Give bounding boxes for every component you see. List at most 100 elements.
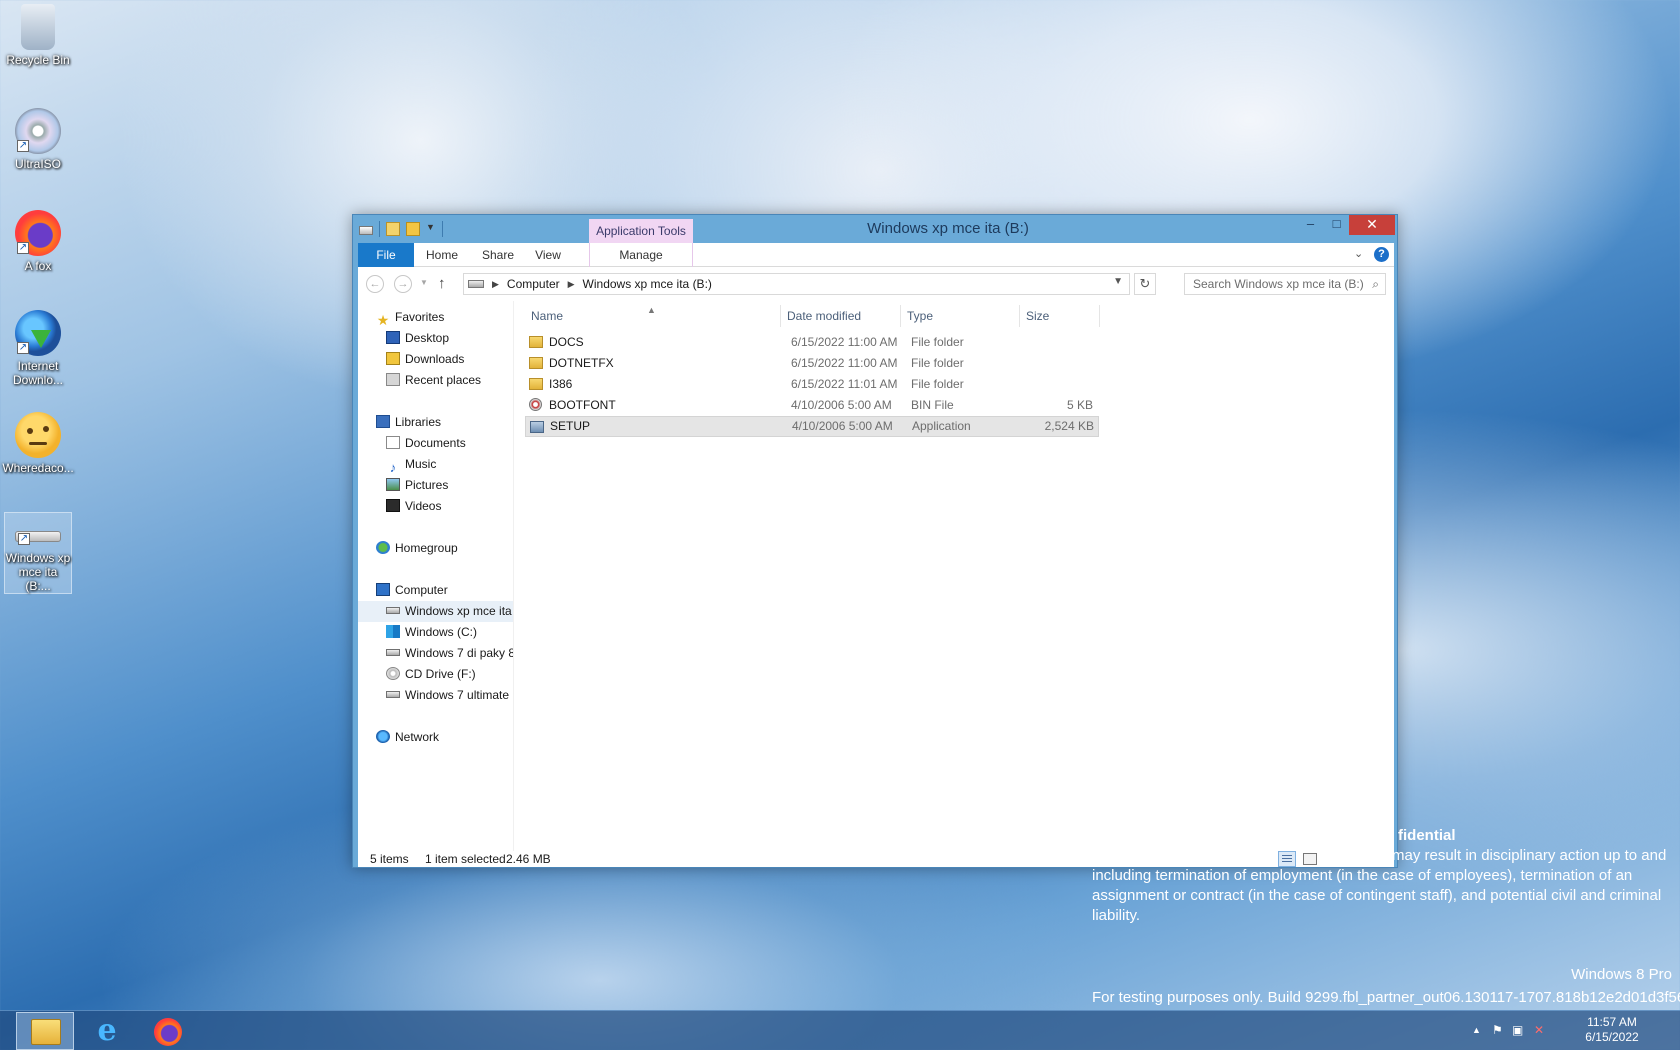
table-row[interactable]: I386 6/15/2022 11:01 AM File folder xyxy=(525,374,1099,395)
taskbar-file-explorer[interactable] xyxy=(16,1012,74,1050)
table-row[interactable]: DOTNETFX 6/15/2022 11:00 AM File folder xyxy=(525,353,1099,374)
column-header-type[interactable]: Type xyxy=(901,305,1020,327)
close-button[interactable]: ✕ xyxy=(1349,215,1395,235)
downloads-icon xyxy=(386,352,400,366)
column-header-name[interactable]: Name ▲ xyxy=(525,305,781,327)
breadcrumb-computer[interactable]: Computer xyxy=(507,277,560,291)
volume-muted-icon[interactable]: ✕ xyxy=(1534,1023,1544,1037)
shortcut-arrow-icon: ↗ xyxy=(17,342,29,354)
videos-icon xyxy=(386,499,400,513)
properties-icon[interactable] xyxy=(386,222,400,236)
nav-label: Desktop xyxy=(405,331,450,345)
recent-locations-chevron-icon[interactable]: ▼ xyxy=(420,278,428,287)
content-area: ★ Favorites Desktop Downloads Recent plac… xyxy=(358,301,1394,851)
navigation-pane[interactable]: ★ Favorites Desktop Downloads Recent plac… xyxy=(358,301,514,851)
table-row-selected[interactable]: SETUP 4/10/2006 5:00 AM Application 2,52… xyxy=(525,416,1099,437)
computer-icon xyxy=(376,583,390,597)
nav-network[interactable]: Network xyxy=(358,727,513,748)
title-bar[interactable]: ▼ Application Tools Windows xp mce ita (… xyxy=(353,215,1397,247)
breadcrumb-chevron-icon[interactable]: ▶ xyxy=(568,279,575,290)
up-arrow-icon[interactable]: ↑ xyxy=(438,275,446,292)
file-type: Application xyxy=(912,419,971,433)
nav-label: Homegroup xyxy=(395,541,458,555)
nav-item-windows-c[interactable]: Windows (C:) xyxy=(358,622,513,643)
file-list[interactable]: Name ▲ Date modified Type Size DOCS 6/15… xyxy=(514,301,1394,851)
table-row[interactable]: DOCS 6/15/2022 11:00 AM File folder xyxy=(525,332,1099,353)
nav-favorites[interactable]: ★ Favorites xyxy=(358,307,513,328)
taskbar-internet-explorer[interactable]: e xyxy=(78,1012,136,1050)
firefox-icon xyxy=(154,1018,182,1046)
desktop-icon-ultraiso[interactable]: ↗ UltraISO xyxy=(4,108,72,171)
libraries-icon xyxy=(376,415,390,429)
nav-homegroup[interactable]: Homegroup xyxy=(358,538,513,559)
confidential-notice: fidential may result in disciplinary act… xyxy=(1092,826,1680,926)
column-header-date-modified[interactable]: Date modified xyxy=(781,305,901,327)
column-header-size[interactable]: Size xyxy=(1020,305,1100,327)
nav-libraries[interactable]: Libraries xyxy=(358,412,513,433)
taskbar-firefox[interactable] xyxy=(140,1012,198,1050)
search-input[interactable]: Search Windows xp mce ita (B:) ⌕ xyxy=(1184,273,1386,295)
tab-file[interactable]: File xyxy=(358,243,414,267)
help-icon[interactable]: ? xyxy=(1374,247,1389,262)
confidential-body-text: may result in disciplinary action up to … xyxy=(1092,847,1667,924)
desktop-icon-internet-download-manager[interactable]: ↗ Internet Downlo... xyxy=(4,310,72,387)
confidential-body: may result in disciplinary action up to … xyxy=(1092,846,1680,926)
cd-drive-icon xyxy=(386,667,400,681)
breadcrumb-chevron-icon[interactable]: ▶ xyxy=(492,279,499,290)
nav-item-desktop[interactable]: Desktop xyxy=(358,328,513,349)
nav-item-music[interactable]: ♪ Music xyxy=(358,454,513,475)
file-date: 6/15/2022 11:00 AM xyxy=(791,335,898,349)
nav-item-videos[interactable]: Videos xyxy=(358,496,513,517)
file-name: I386 xyxy=(549,377,573,391)
breadcrumb-drive[interactable]: Windows xp mce ita (B:) xyxy=(583,277,712,291)
back-button[interactable]: ← xyxy=(366,275,384,293)
clock-time: 11:57 AM xyxy=(1587,1015,1637,1029)
new-folder-icon[interactable] xyxy=(406,222,420,236)
nav-item-downloads[interactable]: Downloads xyxy=(358,349,513,370)
customize-toolbar-chevron-icon[interactable]: ▼ xyxy=(426,222,436,236)
desktop-icon-windows-xp-drive[interactable]: ↗ Windows xp mce ita (B:... xyxy=(4,512,72,594)
tab-view[interactable]: View xyxy=(530,243,566,267)
file-size: 5 KB xyxy=(1066,398,1093,412)
desktop-icon-recycle-bin[interactable]: Recycle Bin xyxy=(4,4,72,67)
maximize-button[interactable]: □ xyxy=(1323,215,1350,235)
refresh-button[interactable]: ↻ xyxy=(1134,273,1156,295)
show-hidden-icons-chevron-icon[interactable]: ▲ xyxy=(1472,1025,1481,1035)
nav-item-pictures[interactable]: Pictures xyxy=(358,475,513,496)
column-label: Type xyxy=(907,309,934,323)
file-type: File folder xyxy=(911,356,964,370)
nav-item-cd-drive[interactable]: CD Drive (F:) xyxy=(358,664,513,685)
build-watermark: For testing purposes only. Build 9299.fb… xyxy=(1092,989,1680,1006)
shortcut-arrow-icon: ↗ xyxy=(17,140,29,152)
tab-home[interactable]: Home xyxy=(422,243,462,267)
music-note-icon: ♪ xyxy=(389,460,397,475)
address-dropdown-icon[interactable]: ▼ xyxy=(1113,276,1123,287)
shortcut-arrow-icon: ↗ xyxy=(18,533,30,545)
address-bar[interactable]: ▶ Computer ▶ Windows xp mce ita (B:) ▼ xyxy=(463,273,1130,295)
desktop-icon-wheredaco[interactable]: Wheredaco... xyxy=(2,412,74,475)
column-label: Name xyxy=(531,309,564,323)
file-name: BOOTFONT xyxy=(549,398,616,412)
nav-item-windows-7-ultimate[interactable]: Windows 7 ultimate xyxy=(358,685,513,706)
drive-icon[interactable] xyxy=(359,226,373,235)
nav-item-windows-xp-drive[interactable]: Windows xp mce ita xyxy=(358,601,513,622)
taskbar-clock[interactable]: 11:57 AM 6/15/2022 xyxy=(1560,1015,1664,1045)
action-center-flag-icon[interactable]: ⚑ xyxy=(1492,1023,1503,1037)
firefox-icon: ↗ xyxy=(15,210,61,256)
forward-button[interactable]: → xyxy=(394,275,412,293)
tab-share[interactable]: Share xyxy=(478,243,518,267)
nav-item-recent-places[interactable]: Recent places xyxy=(358,370,513,391)
desktop-icon-firefox[interactable]: ↗ A fox xyxy=(4,210,72,273)
file-date: 6/15/2022 11:00 AM xyxy=(791,356,898,370)
minimize-button[interactable]: – xyxy=(1297,215,1324,235)
table-row[interactable]: BOOTFONT 4/10/2006 5:00 AM BIN File 5 KB xyxy=(525,395,1099,416)
expand-ribbon-chevron-icon[interactable]: ⌄ xyxy=(1354,247,1363,260)
internet-download-manager-icon: ↗ xyxy=(15,310,61,356)
nav-item-windows-7-di-paky[interactable]: Windows 7 di paky 8 xyxy=(358,643,513,664)
network-tray-icon[interactable]: ▣ xyxy=(1512,1023,1523,1037)
star-icon: ★ xyxy=(376,312,390,328)
nav-item-documents[interactable]: Documents xyxy=(358,433,513,454)
nav-computer[interactable]: Computer xyxy=(358,580,513,601)
tab-manage[interactable]: Manage xyxy=(589,243,693,267)
taskbar: e ▲ ⚑ ▣ ✕ 11:57 AM 6/15/2022 xyxy=(0,1010,1680,1050)
